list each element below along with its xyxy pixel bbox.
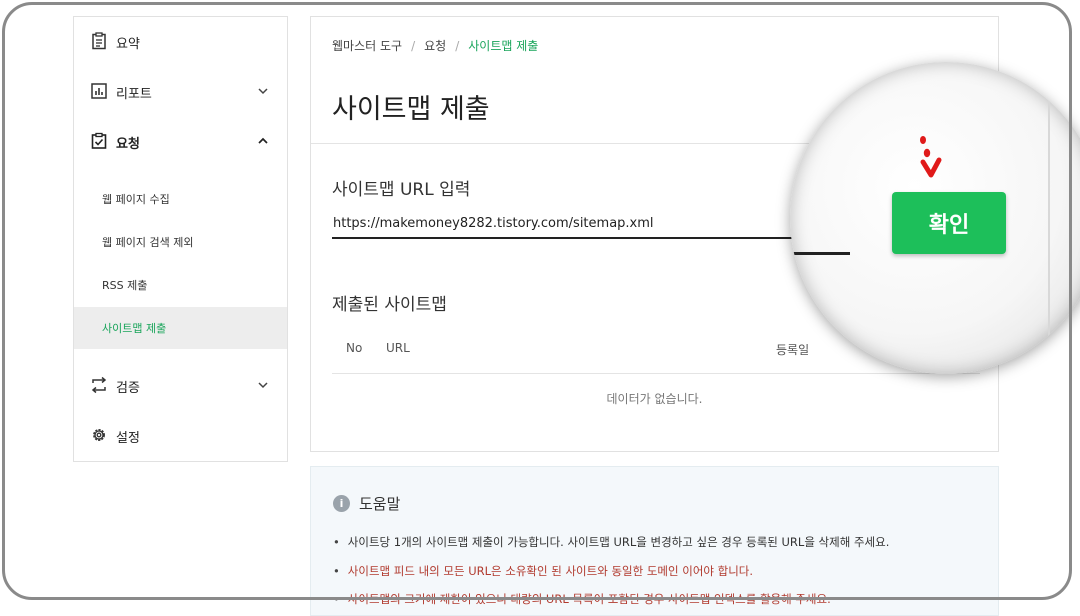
sidebar-item-verify[interactable]: 검증 [74, 364, 287, 408]
help-title: 도움말 [359, 495, 401, 513]
sidebar-item-request[interactable]: 요청 [74, 120, 287, 164]
chevron-down-icon[interactable] [257, 85, 269, 97]
sidebar-item-label: 요청 [116, 136, 140, 152]
submitted-sitemaps-title: 제출된 사이트맵 [332, 295, 447, 315]
report-icon [91, 83, 107, 99]
column-header-no: No [346, 341, 363, 355]
sidebar-item-summary[interactable]: 요약 [74, 20, 287, 64]
help-bullet: 사이트맵 피드 내의 모든 URL은 소유확인 된 사이트와 동일한 도메인 이… [333, 563, 753, 579]
sidebar-item-label: 검증 [116, 380, 140, 396]
summary-icon [92, 32, 106, 50]
chevron-up-icon[interactable] [257, 135, 269, 147]
sidebar-item-settings[interactable]: 설정 [74, 414, 287, 458]
sidebar-subitem-label: 웹 페이지 검색 제외 [102, 236, 194, 249]
sidebar-subitem-rss-submit[interactable]: RSS 제출 [74, 264, 287, 306]
sidebar-item-label: 리포트 [116, 86, 152, 102]
magnified-input-underline [790, 252, 850, 255]
info-icon: i [333, 495, 350, 512]
chevron-down-icon[interactable] [257, 379, 269, 391]
breadcrumb-item[interactable]: 요청 [424, 39, 446, 53]
sitemap-url-input[interactable] [332, 209, 802, 239]
empty-state-text: 데이터가 없습니다. [606, 392, 703, 406]
breadcrumb-item[interactable]: 웹마스터 도구 [332, 39, 402, 53]
sidebar: 요약 리포트 요청 웹 페이지 수집 웹 페이지 검색 제외 RSS 제출 사이… [73, 16, 288, 462]
sidebar-item-label: 요약 [116, 36, 140, 52]
help-bullet: 사이트당 1개의 사이트맵 제출이 가능합니다. 사이트맵 URL을 변경하고 … [333, 534, 890, 550]
gear-icon [93, 429, 105, 441]
sidebar-item-label: 설정 [116, 430, 140, 446]
column-header-url: URL [386, 341, 410, 355]
verify-icon [91, 376, 107, 394]
page-title: 사이트맵 제출 [332, 94, 490, 125]
column-header-date: 등록일 [776, 343, 810, 357]
pointer-arrow-icon [920, 136, 942, 178]
sidebar-subitem-label: 웹 페이지 수집 [102, 193, 170, 206]
request-icon [91, 132, 107, 149]
table-divider [332, 373, 980, 374]
breadcrumb: 웹마스터 도구 / 요청 / 사이트맵 제출 [332, 37, 538, 54]
breadcrumb-separator: / [411, 39, 416, 53]
sidebar-subitem-label: RSS 제출 [102, 279, 148, 292]
magnified-card-edge [1048, 62, 1050, 374]
url-section-label: 사이트맵 URL 입력 [332, 180, 471, 200]
sidebar-subitem-label: 사이트맵 제출 [102, 322, 167, 335]
sidebar-subitem-sitemap-submit[interactable]: 사이트맵 제출 [74, 307, 287, 349]
sidebar-item-report[interactable]: 리포트 [74, 70, 287, 114]
breadcrumb-separator: / [455, 39, 460, 53]
sidebar-subitem-web-page-exclude[interactable]: 웹 페이지 검색 제외 [74, 221, 287, 263]
confirm-button[interactable]: 확인 [892, 192, 1006, 254]
sidebar-subitem-web-page-collect[interactable]: 웹 페이지 수집 [74, 178, 287, 220]
help-panel: i 도움말 사이트당 1개의 사이트맵 제출이 가능합니다. 사이트맵 URL을… [310, 466, 999, 616]
help-header: i 도움말 [333, 493, 400, 514]
help-bullet: 사이트맵의 크기에 제한이 있으니 대량의 URL 목록이 포함된 경우 사이트… [333, 591, 831, 607]
breadcrumb-current: 사이트맵 제출 [468, 39, 539, 53]
